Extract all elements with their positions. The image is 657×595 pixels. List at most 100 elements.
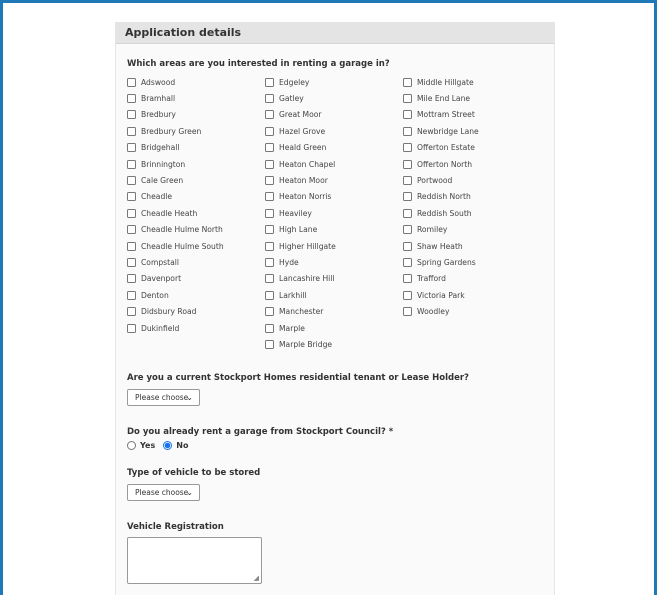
checkbox[interactable] xyxy=(265,126,274,136)
checkbox[interactable] xyxy=(403,176,412,186)
area-checkbox-item[interactable]: Romiley xyxy=(403,222,479,238)
checkbox[interactable] xyxy=(265,257,274,267)
checkbox[interactable] xyxy=(403,274,412,284)
checkbox[interactable] xyxy=(127,307,136,317)
area-checkbox-item[interactable]: High Lane xyxy=(265,222,336,238)
checkbox[interactable] xyxy=(127,323,136,333)
area-checkbox-item[interactable]: Reddish North xyxy=(403,189,479,205)
area-checkbox-item[interactable]: Cheadle Hulme South xyxy=(127,238,224,254)
checkbox[interactable] xyxy=(265,274,274,284)
area-checkbox-item[interactable]: Mile End Lane xyxy=(403,90,479,106)
area-checkbox-item[interactable]: Spring Gardens xyxy=(403,254,479,270)
checkbox[interactable] xyxy=(403,94,412,104)
area-checkbox-item[interactable]: Offerton Estate xyxy=(403,140,479,156)
area-checkbox-item[interactable]: Trafford xyxy=(403,271,479,287)
area-checkbox-item[interactable]: Lancashire Hill xyxy=(265,271,336,287)
area-checkbox-item[interactable]: Bridgehall xyxy=(127,140,224,156)
checkbox[interactable] xyxy=(403,290,412,300)
area-checkbox-item[interactable]: Cale Green xyxy=(127,172,224,188)
checkbox[interactable] xyxy=(265,323,274,333)
checkbox[interactable] xyxy=(127,159,136,169)
area-checkbox-item[interactable]: Marple xyxy=(265,320,336,336)
checkbox[interactable] xyxy=(127,208,136,218)
area-checkbox-item[interactable]: Cheadle Hulme North xyxy=(127,222,224,238)
checkbox[interactable] xyxy=(127,77,136,87)
checkbox[interactable] xyxy=(127,94,136,104)
resize-grip-icon[interactable]: ◢ xyxy=(254,574,259,582)
checkbox[interactable] xyxy=(265,339,274,349)
area-checkbox-item[interactable]: Great Moor xyxy=(265,107,336,123)
checkbox[interactable] xyxy=(127,225,136,235)
checkbox[interactable] xyxy=(127,290,136,300)
checkbox[interactable] xyxy=(403,307,412,317)
area-checkbox-item[interactable]: Middle Hillgate xyxy=(403,74,479,90)
checkbox[interactable] xyxy=(265,208,274,218)
area-checkbox-item[interactable]: Bramhall xyxy=(127,90,224,106)
area-checkbox-item[interactable]: Hazel Grove xyxy=(265,123,336,139)
area-checkbox-item[interactable]: Marple Bridge xyxy=(265,336,336,352)
checkbox[interactable] xyxy=(403,77,412,87)
checkbox[interactable] xyxy=(265,176,274,186)
checkbox[interactable] xyxy=(265,143,274,153)
checkbox[interactable] xyxy=(127,126,136,136)
area-checkbox-item[interactable]: Davenport xyxy=(127,271,224,287)
area-checkbox-item[interactable]: Edgeley xyxy=(265,74,336,90)
area-checkbox-item[interactable]: Cheadle xyxy=(127,189,224,205)
checkbox[interactable] xyxy=(403,159,412,169)
checkbox[interactable] xyxy=(127,192,136,202)
checkbox[interactable] xyxy=(265,290,274,300)
checkbox[interactable] xyxy=(265,192,274,202)
area-checkbox-item[interactable]: Compstall xyxy=(127,254,224,270)
area-checkbox-item[interactable]: Offerton North xyxy=(403,156,479,172)
area-checkbox-item[interactable]: Heaviley xyxy=(265,205,336,221)
area-checkbox-item[interactable]: Denton xyxy=(127,287,224,303)
area-checkbox-item[interactable]: Manchester xyxy=(265,303,336,319)
area-checkbox-item[interactable]: Hyde xyxy=(265,254,336,270)
checkbox[interactable] xyxy=(403,257,412,267)
area-checkbox-item[interactable]: Adswood xyxy=(127,74,224,90)
area-checkbox-item[interactable]: Higher Hillgate xyxy=(265,238,336,254)
checkbox[interactable] xyxy=(265,159,274,169)
checkbox[interactable] xyxy=(403,241,412,251)
area-checkbox-item[interactable]: Victoria Park xyxy=(403,287,479,303)
area-checkbox-item[interactable]: Reddish South xyxy=(403,205,479,221)
checkbox[interactable] xyxy=(403,110,412,120)
area-checkbox-item[interactable]: Heaton Chapel xyxy=(265,156,336,172)
checkbox[interactable] xyxy=(127,274,136,284)
checkbox[interactable] xyxy=(403,208,412,218)
radio-yes[interactable] xyxy=(127,441,136,450)
area-checkbox-item[interactable]: Bredbury xyxy=(127,107,224,123)
registration-textarea[interactable]: ◢ xyxy=(127,537,262,584)
tenant-select[interactable]: Please choose ⌄ xyxy=(127,389,200,406)
area-checkbox-item[interactable]: Didsbury Road xyxy=(127,303,224,319)
area-checkbox-item[interactable]: Dukinfield xyxy=(127,320,224,336)
area-checkbox-item[interactable]: Gatley xyxy=(265,90,336,106)
checkbox[interactable] xyxy=(265,110,274,120)
checkbox[interactable] xyxy=(127,241,136,251)
area-checkbox-item[interactable]: Bredbury Green xyxy=(127,123,224,139)
area-checkbox-item[interactable]: Heald Green xyxy=(265,140,336,156)
checkbox[interactable] xyxy=(403,126,412,136)
radio-no[interactable] xyxy=(163,441,173,450)
checkbox[interactable] xyxy=(403,192,412,202)
checkbox[interactable] xyxy=(127,110,136,120)
area-checkbox-item[interactable]: Woodley xyxy=(403,303,479,319)
checkbox[interactable] xyxy=(127,257,136,267)
area-checkbox-item[interactable]: Cheadle Heath xyxy=(127,205,224,221)
checkbox[interactable] xyxy=(403,143,412,153)
area-checkbox-item[interactable]: Heaton Moor xyxy=(265,172,336,188)
area-checkbox-item[interactable]: Portwood xyxy=(403,172,479,188)
checkbox[interactable] xyxy=(403,225,412,235)
area-checkbox-item[interactable]: Heaton Norris xyxy=(265,189,336,205)
checkbox[interactable] xyxy=(265,77,274,87)
area-checkbox-item[interactable]: Mottram Street xyxy=(403,107,479,123)
checkbox[interactable] xyxy=(265,241,274,251)
checkbox[interactable] xyxy=(127,143,136,153)
vehicle-type-select[interactable]: Please choose ⌄ xyxy=(127,484,200,501)
checkbox[interactable] xyxy=(265,94,274,104)
checkbox[interactable] xyxy=(265,225,274,235)
checkbox[interactable] xyxy=(265,307,274,317)
area-checkbox-item[interactable]: Larkhill xyxy=(265,287,336,303)
area-checkbox-item[interactable]: Newbridge Lane xyxy=(403,123,479,139)
checkbox[interactable] xyxy=(127,176,136,186)
